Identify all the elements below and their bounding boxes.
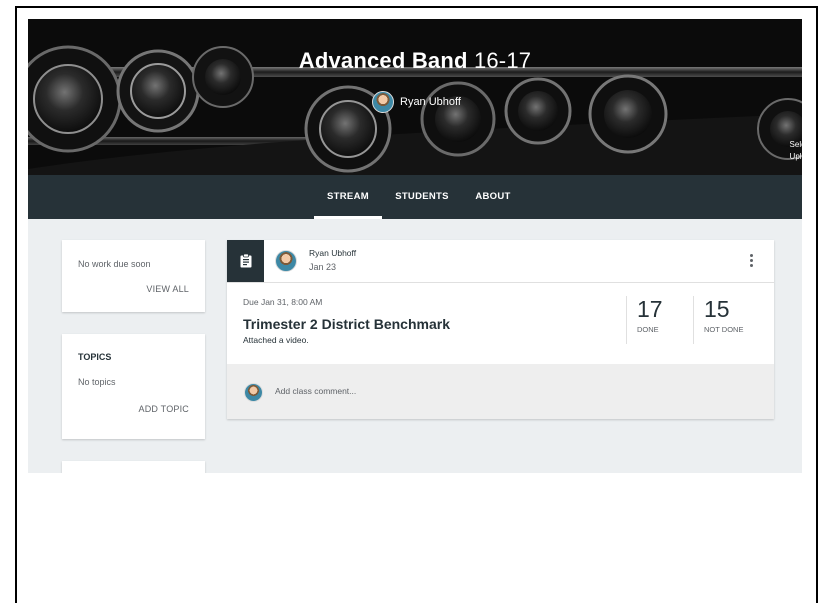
upload-hint-line2[interactable]: Uplo xyxy=(790,151,802,163)
due-date: Due Jan 31, 8:00 AM xyxy=(243,297,323,307)
assignment-post: Ryan Ubhoff Jan 23 Due Jan 31, 8:00 AM T… xyxy=(227,240,774,419)
stats-divider-1 xyxy=(626,296,627,344)
upcoming-card: No work due soon VIEW ALL xyxy=(62,240,205,312)
sidebar-card-partial xyxy=(62,461,205,473)
upload-hint-line1[interactable]: Sele xyxy=(790,139,802,151)
done-label: DONE xyxy=(637,325,659,334)
post-header: Ryan Ubhoff Jan 23 xyxy=(227,240,774,282)
done-stat[interactable]: 17 DONE xyxy=(637,296,697,334)
upcoming-message: No work due soon xyxy=(78,259,151,269)
tab-about[interactable]: ABOUT xyxy=(468,175,518,219)
teacher-avatar xyxy=(372,91,394,113)
class-section: 16-17 xyxy=(473,48,532,73)
teacher-name: Ryan Ubhoff xyxy=(400,96,461,108)
teacher-info: Ryan Ubhoff xyxy=(372,91,461,113)
assignment-title[interactable]: Trimester 2 District Benchmark xyxy=(243,316,450,332)
not-done-label: NOT DONE xyxy=(704,325,744,334)
stats-divider-2 xyxy=(693,296,694,344)
not-done-stat[interactable]: 15 NOT DONE xyxy=(704,296,764,334)
classroom-page: Advanced Band 16-17 Ryan Ubhoff Sele Upl… xyxy=(28,19,802,473)
view-all-link[interactable]: VIEW ALL xyxy=(146,284,189,294)
add-topic-button[interactable]: ADD TOPIC xyxy=(139,404,189,414)
more-options-icon[interactable] xyxy=(750,254,754,269)
class-nav: STREAM STUDENTS ABOUT xyxy=(28,175,802,219)
tab-stream[interactable]: STREAM xyxy=(314,175,382,219)
tab-students[interactable]: STUDENTS xyxy=(392,175,452,219)
assignment-icon xyxy=(227,240,264,282)
commenter-avatar xyxy=(244,383,263,402)
stream-content: No work due soon VIEW ALL TOPICS No topi… xyxy=(28,219,802,473)
topics-card: TOPICS No topics ADD TOPIC xyxy=(62,334,205,439)
topics-empty-message: No topics xyxy=(78,377,116,387)
done-count[interactable]: 17 xyxy=(637,296,697,323)
post-header-divider xyxy=(227,282,774,283)
class-title: Advanced Band 16-17 xyxy=(28,48,802,74)
author-avatar xyxy=(275,250,297,272)
assignment-description: Attached a video. xyxy=(243,335,309,345)
comment-bar: Add class comment... xyxy=(227,364,774,419)
topics-heading: TOPICS xyxy=(78,352,112,362)
not-done-count[interactable]: 15 xyxy=(704,296,764,323)
post-date: Jan 23 xyxy=(309,262,337,272)
select-theme-hint[interactable]: Sele Uplo xyxy=(790,139,802,163)
class-comment-input[interactable]: Add class comment... xyxy=(275,386,356,396)
post-author: Ryan Ubhoff xyxy=(309,248,357,258)
class-banner: Advanced Band 16-17 Ryan Ubhoff Sele Upl… xyxy=(28,19,802,175)
class-name: Advanced Band xyxy=(298,48,468,73)
